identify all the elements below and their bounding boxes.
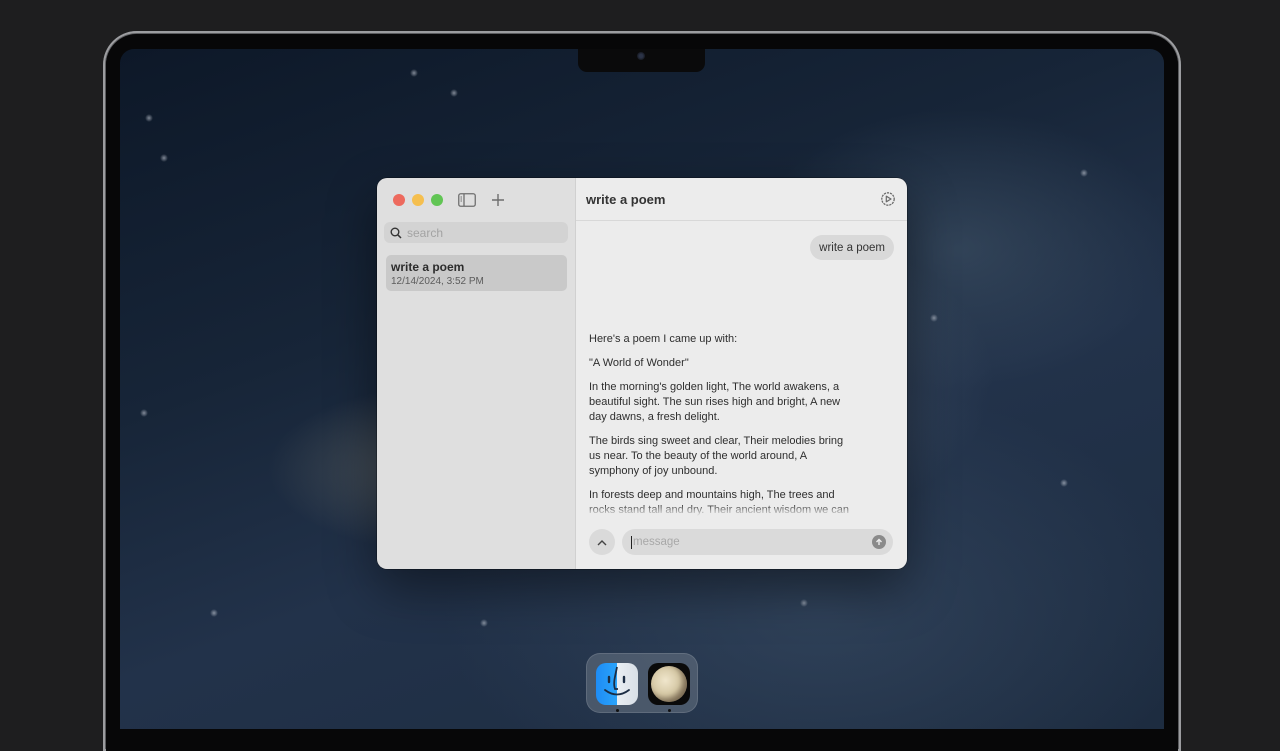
assistant-paragraph: The birds sing sweet and clear, Their me… xyxy=(589,435,844,477)
desktop: write a poem 12/14/2024, 3:52 PM write a… xyxy=(0,0,1280,751)
message-field[interactable] xyxy=(622,529,893,555)
message-list[interactable]: write a poem Here's a poem I came up wit… xyxy=(576,222,907,516)
expand-options-button[interactable] xyxy=(589,529,615,555)
assistant-paragraph: Here's a poem I came up with: xyxy=(589,333,738,345)
chat-title: write a poem xyxy=(586,191,666,207)
assistant-message: Here's a poem I came up with: "A World o… xyxy=(589,332,851,516)
finder-icon xyxy=(604,666,630,696)
user-message: write a poem xyxy=(810,235,894,260)
sidebar: write a poem 12/14/2024, 3:52 PM xyxy=(377,178,576,569)
sidebar-icon xyxy=(458,193,476,207)
close-button[interactable] xyxy=(393,194,405,206)
text-caret xyxy=(631,535,632,549)
scroll-fade xyxy=(576,504,907,516)
chevron-up-icon xyxy=(597,539,607,545)
sidebar-toggle-button[interactable] xyxy=(457,191,477,209)
conversation-item[interactable]: write a poem 12/14/2024, 3:52 PM xyxy=(386,255,567,291)
composer xyxy=(576,528,907,556)
running-indicator xyxy=(616,709,619,712)
dock xyxy=(586,653,698,713)
running-indicator xyxy=(668,709,671,712)
new-chat-button[interactable] xyxy=(488,191,508,209)
search-input[interactable] xyxy=(407,225,557,240)
model-settings-button[interactable] xyxy=(879,190,897,208)
camera-notch xyxy=(578,49,705,72)
assistant-paragraph: In the morning's golden light, The world… xyxy=(589,381,841,423)
zoom-button[interactable] xyxy=(431,194,443,206)
moon-icon xyxy=(651,666,687,702)
gear-play-icon xyxy=(881,192,895,206)
conversation-date: 12/14/2024, 3:52 PM xyxy=(391,276,484,287)
arrow-up-icon xyxy=(876,538,882,545)
message-input[interactable] xyxy=(633,536,853,548)
plus-icon xyxy=(492,194,504,206)
search-field[interactable] xyxy=(384,222,568,243)
conversation-title: write a poem xyxy=(391,260,465,274)
send-button[interactable] xyxy=(872,535,886,549)
dock-app-finder[interactable] xyxy=(596,663,638,705)
search-icon xyxy=(390,227,402,239)
minimize-button[interactable] xyxy=(412,194,424,206)
dock-app-moon[interactable] xyxy=(648,663,690,705)
camera-icon xyxy=(637,52,645,60)
chat-header: write a poem xyxy=(576,178,907,221)
chat-app-window: write a poem 12/14/2024, 3:52 PM write a… xyxy=(377,178,907,569)
window-controls xyxy=(393,194,443,206)
chat-pane: write a poem write a poem Here's a poem … xyxy=(576,178,907,569)
assistant-paragraph: "A World of Wonder" xyxy=(589,357,689,369)
